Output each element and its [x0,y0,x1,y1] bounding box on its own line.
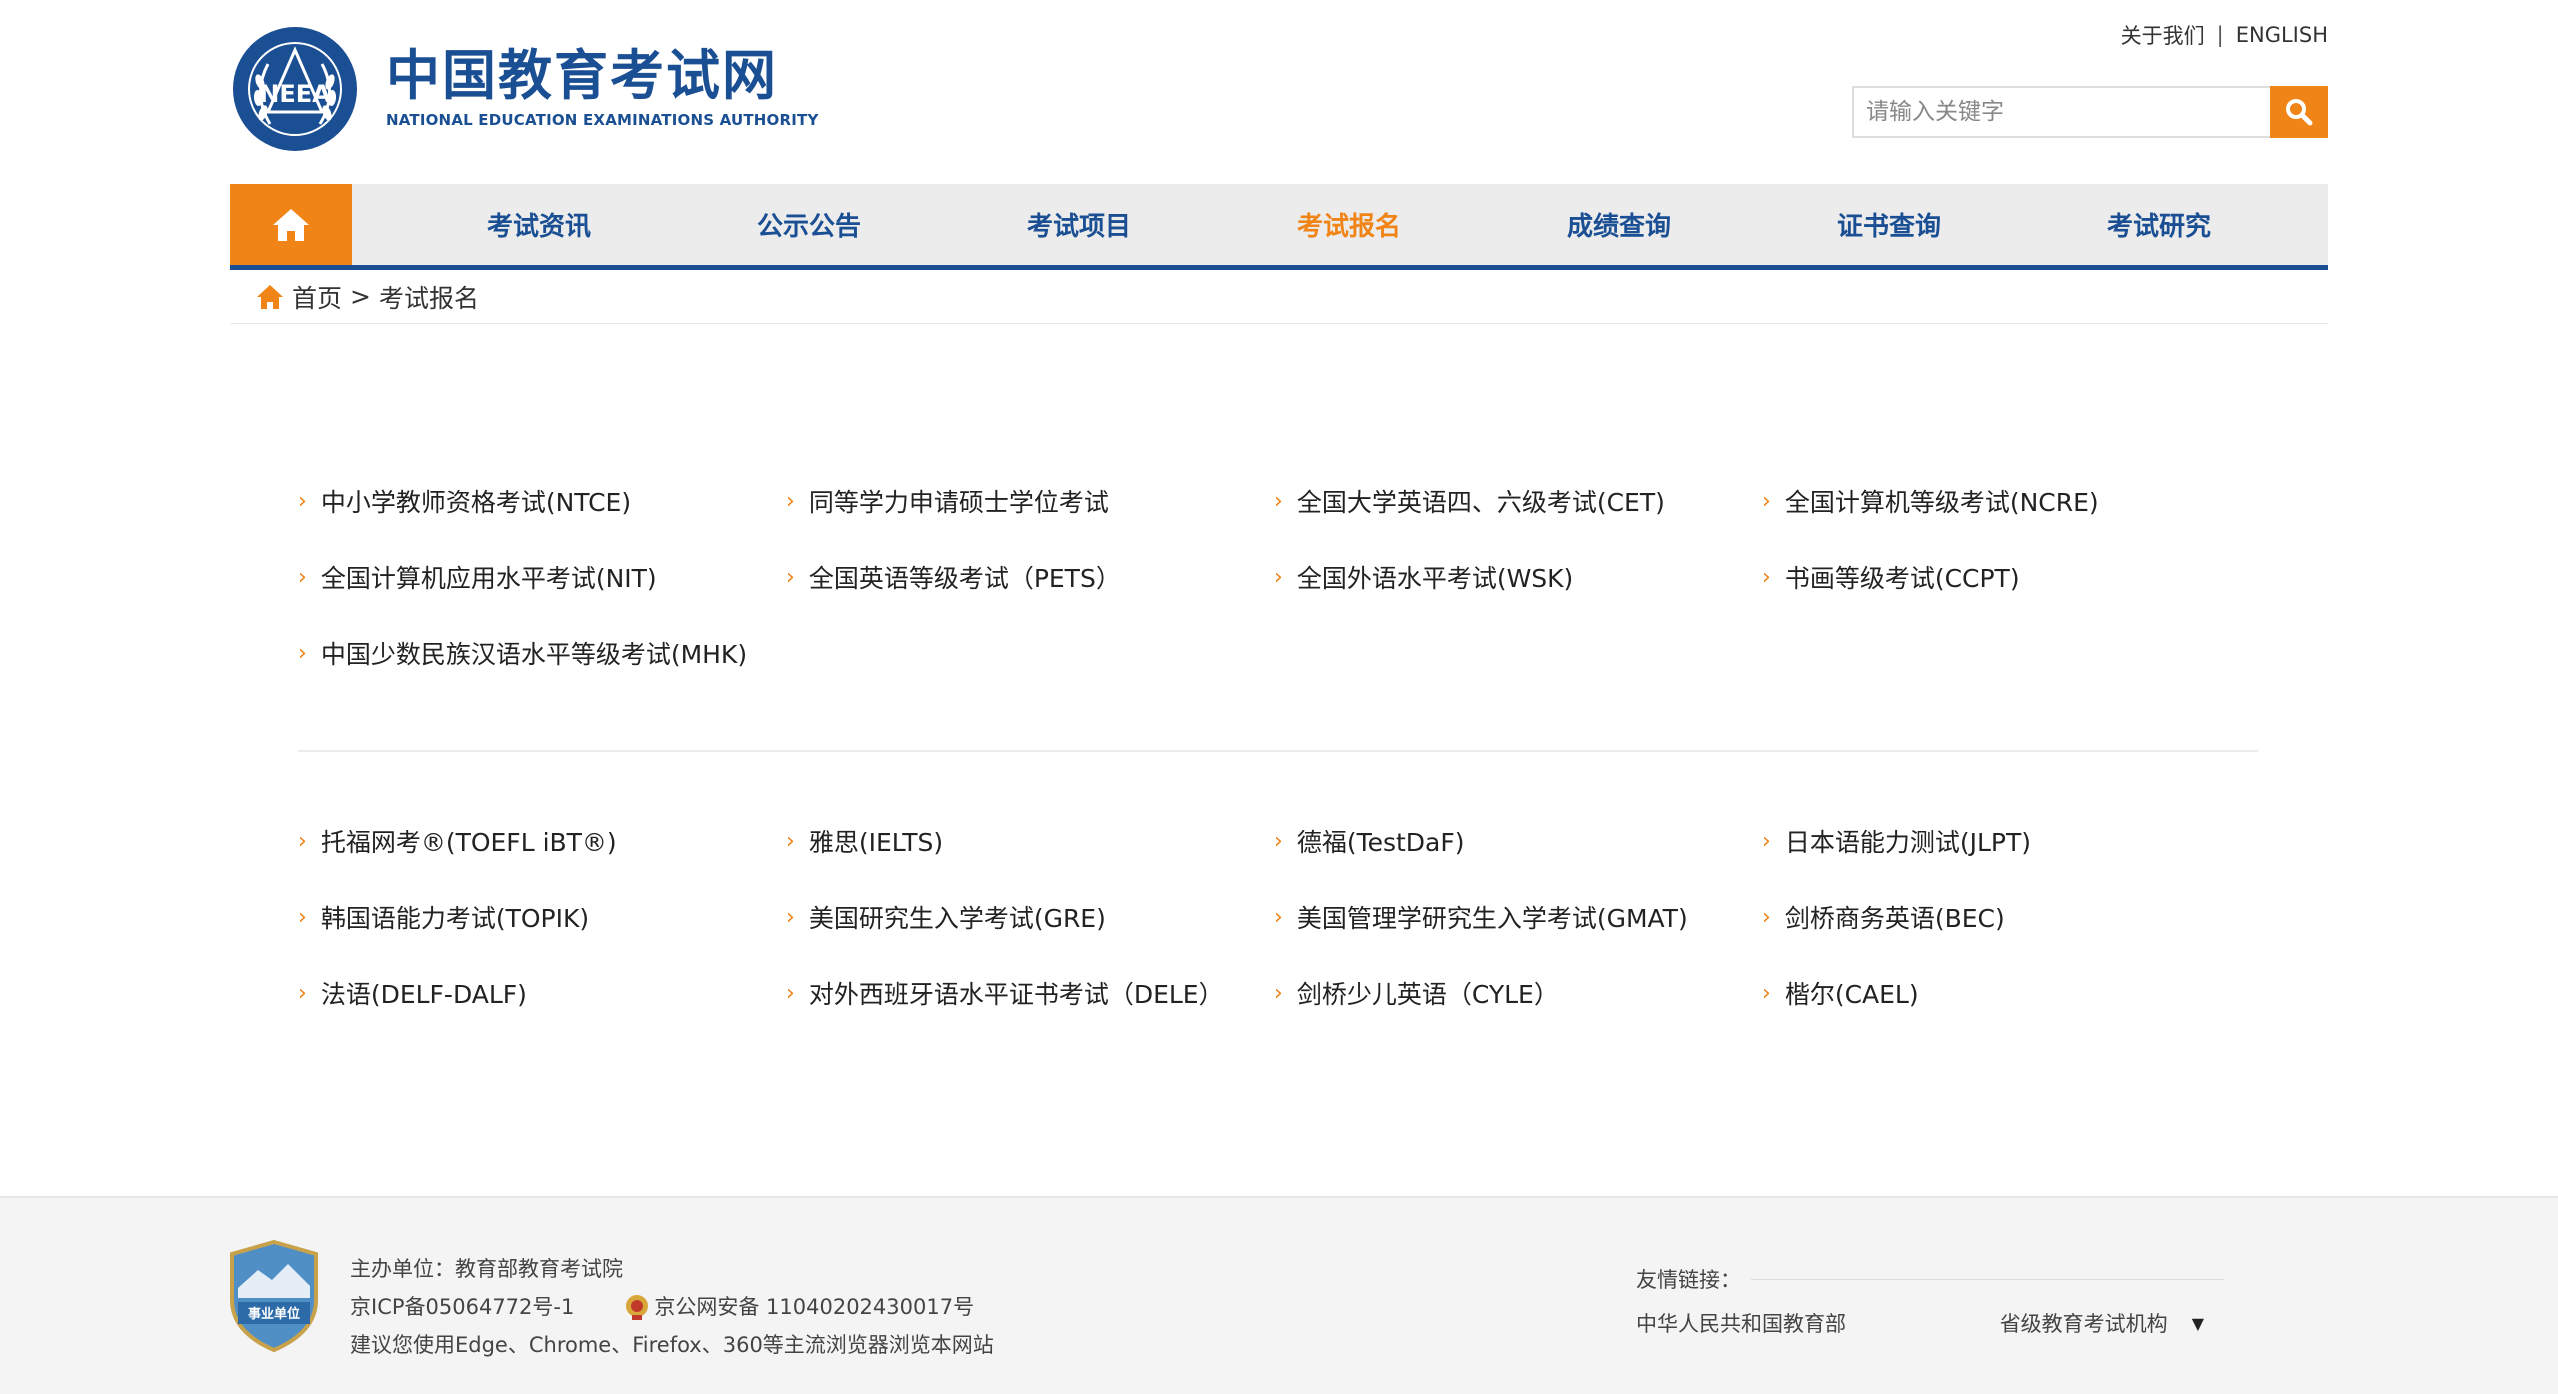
search-button[interactable] [2270,86,2328,138]
search-input[interactable] [1852,86,2270,138]
emblem-text: NEEA [259,80,331,108]
chevron-right-icon: › [1762,564,1771,590]
site-title-en: NATIONAL EDUCATION EXAMINATIONS AUTHORIT… [386,111,819,129]
provincial-authority-label: 省级教育考试机构 [1999,1312,2168,1336]
exam-link[interactable]: › 全国大学英语四、六级考试(CET) [1272,482,1760,520]
english-link[interactable]: ENGLISH [2236,23,2328,47]
exam-link[interactable]: › 德福(TestDaF) [1272,822,1760,860]
exam-link[interactable]: › 美国管理学研究生入学考试(GMAT) [1272,898,1760,936]
exam-link[interactable]: › 对外西班牙语水平证书考试（DELE） [784,974,1272,1012]
chevron-right-icon: › [298,980,307,1006]
friendly-links-divider [1751,1278,2224,1280]
public-institution-badge-icon[interactable]: 事业单位 [228,1240,320,1352]
footer: 事业单位 主办单位：教育部教育考试院 京ICP备05064772号-1 京公网安… [0,1196,2558,1394]
nav-item-exam-news[interactable]: 考试资讯 [404,184,674,265]
exam-link[interactable]: › 全国外语水平考试(WSK) [1272,558,1760,596]
exam-link[interactable]: › 全国英语等级考试（PETS） [784,558,1272,596]
nav-item-exam-research[interactable]: 考试研究 [2024,184,2294,265]
top-links-separator: | [2216,23,2224,47]
chevron-right-icon: › [1274,980,1283,1006]
chevron-right-icon: › [1274,828,1283,854]
chevron-right-icon: › [786,828,795,854]
chevron-right-icon: › [1762,904,1771,930]
domestic-exam-list: › 中小学教师资格考试(NTCE) › 同等学力申请硕士学位考试 › 全国大学英语四、… [296,482,2256,672]
section-divider [298,750,2258,752]
dropdown-arrow-icon: ▼ [2191,1313,2204,1333]
chevron-right-icon: › [786,564,795,590]
nav-item-certificate-query[interactable]: 证书查询 [1754,184,2024,265]
nav-home-button[interactable] [230,184,352,265]
badge-text: 事业单位 [248,1306,300,1322]
chevron-right-icon: › [1274,904,1283,930]
exam-link[interactable]: › 楷尔(CAEL) [1760,974,2248,1012]
exam-link[interactable]: › 同等学力申请硕士学位考试 [784,482,1272,520]
friendly-links: 友情链接： 中华人民共和国教育部 省级教育考试机构 ▼ [1636,1264,2224,1338]
exam-link[interactable]: › 书画等级考试(CCPT) [1760,558,2248,596]
police-badge-icon [626,1295,649,1320]
chevron-right-icon: › [786,488,795,514]
nav-item-announcements[interactable]: 公示公告 [674,184,944,265]
chevron-right-icon: › [1762,828,1771,854]
top-links: 关于我们 | ENGLISH [2121,20,2328,50]
chevron-right-icon: › [1762,488,1771,514]
breadcrumb-home-link[interactable]: 首页 [292,279,342,315]
exam-link[interactable]: › 全国计算机等级考试(NCRE) [1760,482,2248,520]
exam-link[interactable]: › 雅思(IELTS) [784,822,1272,860]
provincial-authority-select[interactable]: 省级教育考试机构 ▼ [2000,1308,2224,1338]
exam-link[interactable]: › 美国研究生入学考试(GRE) [784,898,1272,936]
site-title-cn: 中国教育考试网 [386,44,778,107]
neea-emblem-icon: NEEA [233,27,357,151]
footer-sponsor: 主办单位：教育部教育考试院 [350,1257,623,1281]
breadcrumb-current: 考试报名 [378,283,479,313]
breadcrumb-separator: > [350,282,371,311]
chevron-right-icon: › [1274,564,1283,590]
chevron-right-icon: › [786,980,795,1006]
friendly-links-title: 友情链接： [1636,1268,1741,1292]
site-logo[interactable]: NEEA 中国教育考试网 NATIONAL EDUCATION EXAMINAT… [230,24,819,154]
chevron-right-icon: › [1762,980,1771,1006]
chevron-right-icon: › [298,488,307,514]
breadcrumb-home-icon [257,284,283,309]
international-exam-list: › 托福网考®(TOEFL iBT®) › 雅思(IELTS) › 德福(TestDa… [296,822,2256,1012]
footer-info: 主办单位：教育部教育考试院 京ICP备05064772号-1 京公网安备 110… [350,1250,994,1364]
about-us-link[interactable]: 关于我们 [2121,20,2205,50]
exam-link[interactable]: › 全国计算机应用水平考试(NIT) [296,558,784,596]
exam-link[interactable]: › 中小学教师资格考试(NTCE) [296,482,784,520]
chevron-right-icon: › [298,640,307,666]
exam-link[interactable]: › 剑桥少儿英语（CYLE） [1272,974,1760,1012]
chevron-right-icon: › [1274,488,1283,514]
exam-link[interactable]: › 法语(DELF-DALF) [296,974,784,1012]
chevron-right-icon: › [298,564,307,590]
exam-link[interactable]: › 剑桥商务英语(BEC) [1760,898,2248,936]
moe-link[interactable]: 中华人民共和国教育部 [1636,1308,1846,1338]
footer-police-link[interactable]: 京公网安备 11040202430017号 [654,1288,974,1326]
chevron-right-icon: › [298,904,307,930]
search-box [1852,86,2328,138]
chevron-right-icon: › [786,904,795,930]
home-icon [273,208,309,241]
search-icon [2286,99,2313,126]
nav-item-exam-programs[interactable]: 考试项目 [944,184,1214,265]
exam-link[interactable]: › 韩国语能力考试(TOPIK) [296,898,784,936]
chevron-right-icon: › [298,828,307,854]
footer-browser-note: 建议您使用Edge、Chrome、Firefox、360等主流浏览器浏览本网站 [350,1333,994,1357]
breadcrumb: 首页 > 考试报名 [230,270,2328,324]
footer-icp-link[interactable]: 京ICP备05064772号-1 [350,1288,574,1326]
exam-link[interactable]: › 托福网考®(TOEFL iBT®) [296,822,784,860]
exam-link[interactable]: › 中国少数民族汉语水平等级考试(MHK) [296,634,784,672]
nav-item-score-query[interactable]: 成绩查询 [1484,184,1754,265]
exam-link[interactable]: › 日本语能力测试(JLPT) [1760,822,2248,860]
main-nav: 考试资讯 公示公告 考试项目 考试报名 成绩查询 证书查询 考试研究 [230,184,2328,270]
nav-item-registration[interactable]: 考试报名 [1214,184,1484,265]
